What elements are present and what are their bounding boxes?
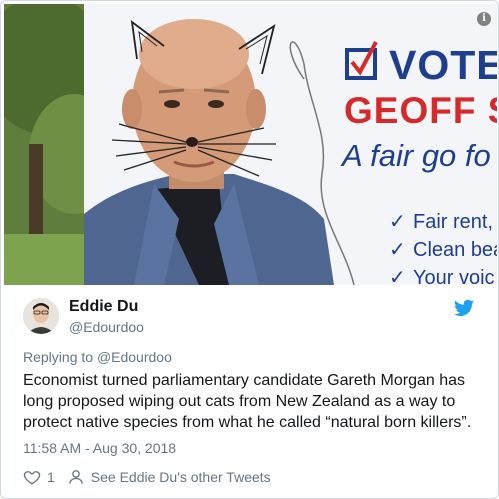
billboard-item-2: ✓ Clean bea	[389, 239, 497, 261]
billboard-item-3: ✓ Your voic	[389, 265, 495, 285]
billboard-candidate-name: GEOFF S	[344, 90, 497, 131]
twitter-bird-icon[interactable]	[454, 299, 474, 317]
avatar[interactable]	[23, 298, 59, 334]
check-icon: ✓	[389, 211, 406, 233]
heart-icon[interactable]	[23, 468, 41, 486]
check-icon: ✓	[389, 239, 406, 261]
tweet-text-line: long proposed wiping out cats from New Z…	[23, 393, 456, 410]
tweet-text-line: protect native species from what he call…	[23, 414, 472, 431]
replying-to-line: Replying to @Edourdoo	[23, 349, 172, 365]
billboard-vote-text: VOTE	[389, 42, 497, 88]
author-handle[interactable]: @Edourdoo	[69, 319, 144, 335]
billboard-tagline: A fair go fo	[342, 138, 491, 173]
tweet-footer: 1 See Eddie Du's other Tweets	[23, 466, 271, 488]
billboard-item-1: ✓ Fair rent,	[389, 211, 494, 233]
author-display-name[interactable]: Eddie Du	[69, 298, 138, 316]
check-icon: ✓	[389, 267, 406, 285]
tweet-text: Economist turned parliamentary candidate…	[23, 370, 493, 433]
info-icon[interactable]: i	[477, 12, 491, 26]
embedded-tweet-card: VOTE GEOFF S A fair go fo ✓ Fair rent, ✓ C…	[0, 0, 499, 499]
tweet-photo[interactable]: VOTE GEOFF S A fair go fo ✓ Fair rent, ✓ C…	[4, 4, 497, 285]
reply-handle-link[interactable]: @Edourdoo	[97, 349, 172, 365]
replying-to-label: Replying to	[23, 349, 94, 365]
tweet-timestamp[interactable]: 11:58 AM - Aug 30, 2018	[23, 440, 176, 456]
tweet-text-line: Economist turned parliamentary candidate…	[23, 372, 466, 389]
person-icon	[69, 470, 83, 484]
like-count[interactable]: 1	[47, 469, 55, 485]
see-other-tweets-link[interactable]: See Eddie Du's other Tweets	[91, 469, 271, 485]
